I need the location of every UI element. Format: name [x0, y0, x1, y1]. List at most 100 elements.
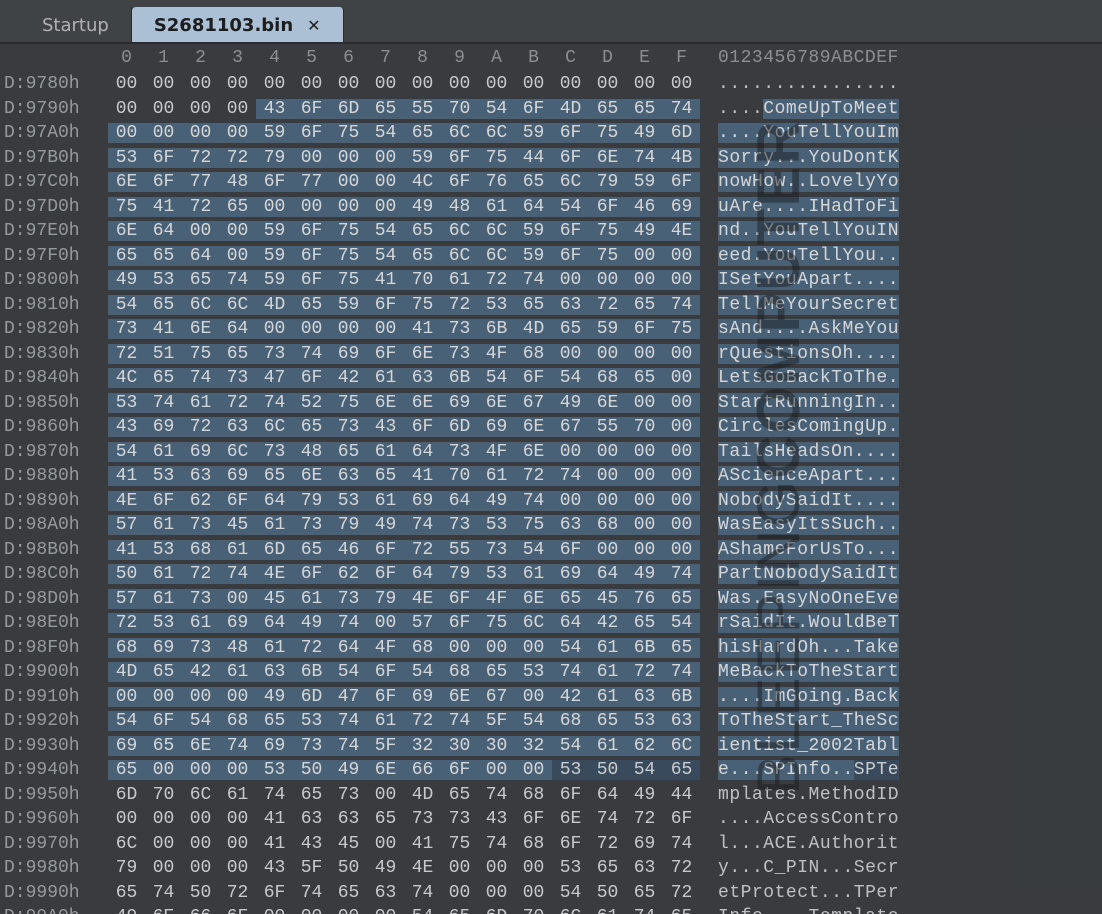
byte-cell[interactable]: 00: [219, 99, 256, 119]
byte-cell[interactable]: 00: [478, 74, 515, 94]
byte-cell[interactable]: 53: [108, 148, 145, 168]
byte-cell[interactable]: 4F: [478, 344, 515, 364]
byte-cell[interactable]: 72: [478, 270, 515, 290]
byte-cell[interactable]: 65: [145, 368, 182, 388]
hex-row[interactable]: D:9880h41536369656E63654170617274000000A…: [0, 464, 1102, 489]
byte-cell[interactable]: 73: [182, 515, 219, 535]
byte-cell[interactable]: 75: [589, 246, 626, 266]
byte-cell[interactable]: 00: [182, 687, 219, 707]
byte-cell[interactable]: 00: [663, 540, 700, 560]
byte-cell[interactable]: 6D: [663, 123, 700, 143]
byte-cell[interactable]: 74: [145, 393, 182, 413]
byte-cell[interactable]: 6F: [293, 270, 330, 290]
byte-cell[interactable]: 72: [404, 711, 441, 731]
ascii-cell[interactable]: rQuestionsOh....: [700, 344, 910, 364]
byte-cell[interactable]: 00: [108, 74, 145, 94]
byte-cell[interactable]: 46: [330, 540, 367, 560]
byte-cell[interactable]: 68: [219, 711, 256, 731]
byte-cell[interactable]: 41: [404, 466, 441, 486]
byte-cell[interactable]: 73: [441, 809, 478, 829]
hex-dump-body[interactable]: D:9780h00000000000000000000000000000000.…: [0, 72, 1102, 914]
byte-cell[interactable]: 00: [219, 834, 256, 854]
byte-cell[interactable]: 00: [219, 589, 256, 609]
byte-cell[interactable]: 65: [515, 295, 552, 315]
ascii-cell[interactable]: uAre....IHadToFi: [700, 197, 910, 217]
byte-cell[interactable]: 00: [145, 123, 182, 143]
byte-cell[interactable]: 6E: [404, 344, 441, 364]
byte-cell[interactable]: 4D: [552, 99, 589, 119]
byte-cell[interactable]: 00: [256, 74, 293, 94]
byte-cell[interactable]: 59: [626, 172, 663, 192]
byte-cell[interactable]: 64: [515, 197, 552, 217]
byte-cell[interactable]: 65: [589, 99, 626, 119]
byte-cell[interactable]: 00: [182, 834, 219, 854]
byte-cell[interactable]: 61: [367, 368, 404, 388]
byte-cell[interactable]: 00: [182, 99, 219, 119]
byte-cell[interactable]: 65: [589, 711, 626, 731]
byte-cell[interactable]: 49: [626, 123, 663, 143]
byte-cell[interactable]: 48: [293, 442, 330, 462]
byte-cell[interactable]: 00: [219, 858, 256, 878]
byte-cell[interactable]: 00: [256, 907, 293, 914]
ascii-cell[interactable]: y...C_PIN...Secr: [700, 858, 910, 878]
byte-cell[interactable]: 00: [626, 540, 663, 560]
byte-cell[interactable]: 75: [663, 319, 700, 339]
byte-cell[interactable]: 44: [515, 148, 552, 168]
byte-cell[interactable]: 65: [626, 883, 663, 903]
ascii-cell[interactable]: TellMeYourSecret: [700, 295, 910, 315]
ascii-cell[interactable]: ....ComeUpToMeet: [700, 99, 910, 119]
byte-cell[interactable]: 63: [404, 368, 441, 388]
byte-cell[interactable]: 79: [367, 589, 404, 609]
byte-cell[interactable]: 54: [367, 123, 404, 143]
byte-cell[interactable]: 53: [626, 711, 663, 731]
byte-cell[interactable]: 75: [478, 613, 515, 633]
byte-cell[interactable]: 69: [626, 834, 663, 854]
hex-row[interactable]: D:9910h00000000496D476F696E67004261636B.…: [0, 685, 1102, 710]
byte-cell[interactable]: 6F: [367, 295, 404, 315]
byte-cell[interactable]: 65: [182, 270, 219, 290]
byte-cell[interactable]: 6D: [330, 99, 367, 119]
byte-cell[interactable]: 61: [219, 662, 256, 682]
byte-cell[interactable]: 62: [626, 736, 663, 756]
byte-cell[interactable]: 4E: [108, 491, 145, 511]
hex-row[interactable]: D:9860h436972636C6573436F6D696E67557000C…: [0, 415, 1102, 440]
byte-cell[interactable]: 6B: [478, 319, 515, 339]
byte-cell[interactable]: 74: [515, 491, 552, 511]
byte-cell[interactable]: 00: [404, 74, 441, 94]
ascii-cell[interactable]: e...SPInfo..SPTe: [700, 760, 910, 780]
byte-cell[interactable]: 00: [515, 638, 552, 658]
byte-cell[interactable]: 45: [256, 589, 293, 609]
ascii-cell[interactable]: ISetYouApart....: [700, 270, 910, 290]
byte-cell[interactable]: 42: [182, 662, 219, 682]
ascii-cell[interactable]: Info....Template: [700, 907, 910, 914]
byte-cell[interactable]: 49: [108, 270, 145, 290]
byte-cell[interactable]: 6F: [293, 123, 330, 143]
byte-cell[interactable]: 00: [330, 197, 367, 217]
byte-cell[interactable]: 00: [478, 858, 515, 878]
byte-cell[interactable]: 53: [478, 295, 515, 315]
hex-row[interactable]: D:98A0h57617345617379497473537563680000W…: [0, 513, 1102, 538]
byte-cell[interactable]: 00: [589, 344, 626, 364]
byte-cell[interactable]: 75: [404, 295, 441, 315]
hex-row[interactable]: D:97D0h754172650000000049486164546F4669u…: [0, 195, 1102, 220]
byte-cell[interactable]: 00: [108, 687, 145, 707]
byte-cell[interactable]: 72: [219, 393, 256, 413]
hex-row[interactable]: D:97E0h6E640000596F7554656C6C596F75494En…: [0, 219, 1102, 244]
byte-cell[interactable]: 6F: [663, 172, 700, 192]
byte-cell[interactable]: 6F: [515, 368, 552, 388]
byte-cell[interactable]: 00: [441, 638, 478, 658]
byte-cell[interactable]: 55: [589, 417, 626, 437]
byte-cell[interactable]: 6C: [256, 417, 293, 437]
byte-cell[interactable]: 49: [293, 613, 330, 633]
byte-cell[interactable]: 41: [145, 319, 182, 339]
byte-cell[interactable]: 72: [182, 417, 219, 437]
ascii-cell[interactable]: MeBackToTheStart: [700, 662, 910, 682]
byte-cell[interactable]: 61: [145, 564, 182, 584]
byte-cell[interactable]: 63: [626, 687, 663, 707]
byte-cell[interactable]: 00: [367, 197, 404, 217]
hex-row[interactable]: D:9980h79000000435F50494E00000053656372y…: [0, 856, 1102, 881]
byte-cell[interactable]: 49: [404, 197, 441, 217]
byte-cell[interactable]: 70: [404, 270, 441, 290]
byte-cell[interactable]: 00: [182, 74, 219, 94]
byte-cell[interactable]: 61: [441, 270, 478, 290]
